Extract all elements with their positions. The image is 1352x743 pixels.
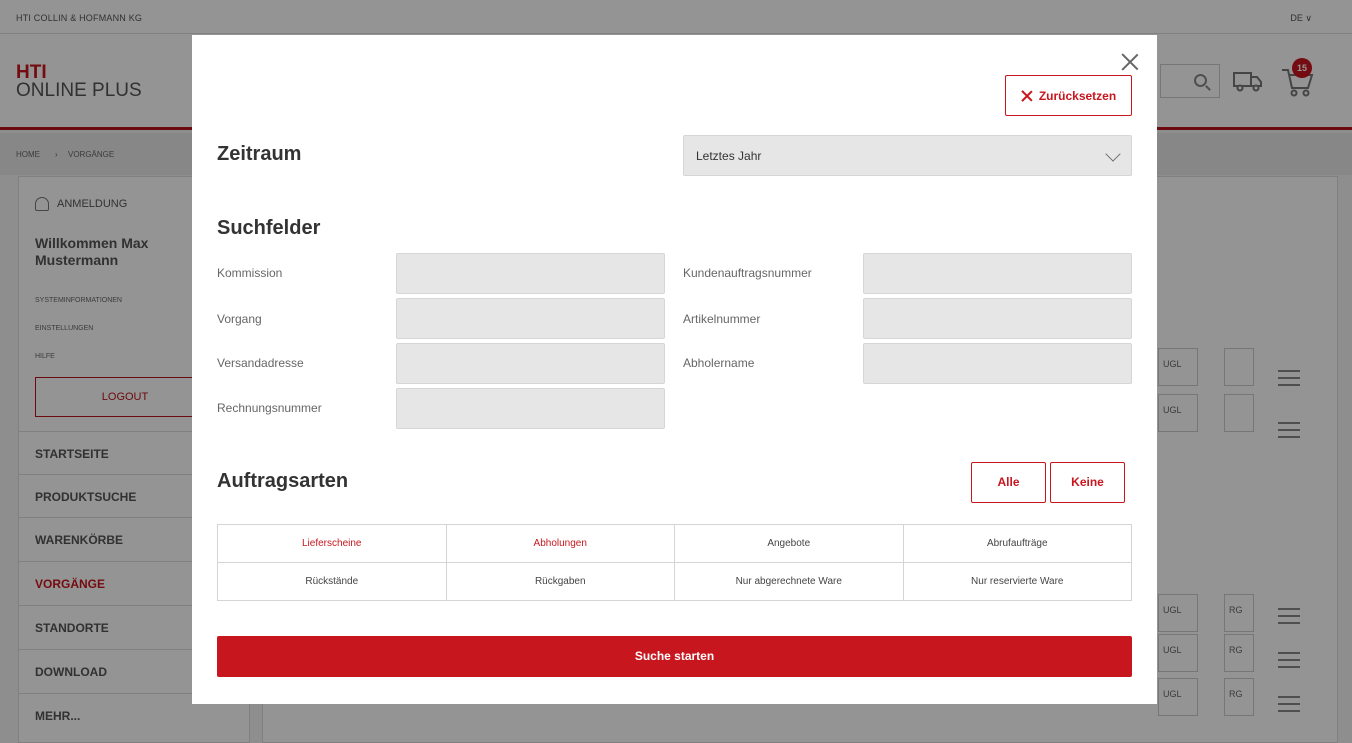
order-type-option[interactable]: Rückgaben <box>445 562 675 601</box>
select-all-button[interactable]: Alle <box>971 462 1046 503</box>
abholername-input[interactable] <box>863 343 1132 384</box>
zeitraum-title: Zeitraum <box>217 143 302 165</box>
order-type-option[interactable]: Lieferscheine <box>217 524 447 563</box>
zeitraum-selected-value: Letztes Jahr <box>696 149 762 163</box>
x-icon <box>1021 90 1033 102</box>
order-type-option[interactable]: Nur abgerechnete Ware <box>674 562 904 601</box>
close-icon[interactable] <box>1119 51 1141 73</box>
artikelnummer-input[interactable] <box>863 298 1132 339</box>
suchfelder-title: Suchfelder <box>217 217 321 239</box>
kommission-input[interactable] <box>396 253 665 294</box>
order-type-option[interactable]: Abholungen <box>445 524 675 563</box>
order-type-option[interactable]: Angebote <box>674 524 904 563</box>
chevron-down-icon <box>1105 146 1121 162</box>
field-label-versandadresse: Versandadresse <box>217 356 304 370</box>
field-label-vorgang: Vorgang <box>217 312 262 326</box>
zeitraum-select[interactable]: Letztes Jahr <box>683 135 1132 176</box>
field-label-abholername: Abholername <box>683 356 755 370</box>
field-label-kundenauftragsnummer: Kundenauftragsnummer <box>683 266 812 280</box>
search-start-button[interactable]: Suche starten <box>217 636 1132 677</box>
order-type-option[interactable]: Nur reservierte Ware <box>902 562 1132 601</box>
versandadresse-input[interactable] <box>396 343 665 384</box>
kundenauftragsnummer-input[interactable] <box>863 253 1132 294</box>
order-type-option[interactable]: Abrufaufträge <box>902 524 1132 563</box>
reset-button-label: Zurücksetzen <box>1038 88 1117 103</box>
order-type-grid: Lieferscheine Abholungen Angebote Abrufa… <box>217 524 1132 601</box>
field-label-kommission: Kommission <box>217 266 283 280</box>
order-type-option[interactable]: Rückstände <box>217 562 447 601</box>
auftragsarten-title: Auftragsarten <box>217 470 349 492</box>
field-label-rechnungsnummer: Rechnungsnummer <box>217 401 322 415</box>
field-label-artikelnummer: Artikelnummer <box>683 312 761 326</box>
vorgang-input[interactable] <box>396 298 665 339</box>
filter-modal: Zurücksetzen Zeitraum Letztes Jahr Suchf… <box>192 35 1157 704</box>
select-none-button[interactable]: Keine <box>1050 462 1125 503</box>
rechnungsnummer-input[interactable] <box>396 388 665 429</box>
reset-button[interactable]: Zurücksetzen <box>1005 75 1132 116</box>
